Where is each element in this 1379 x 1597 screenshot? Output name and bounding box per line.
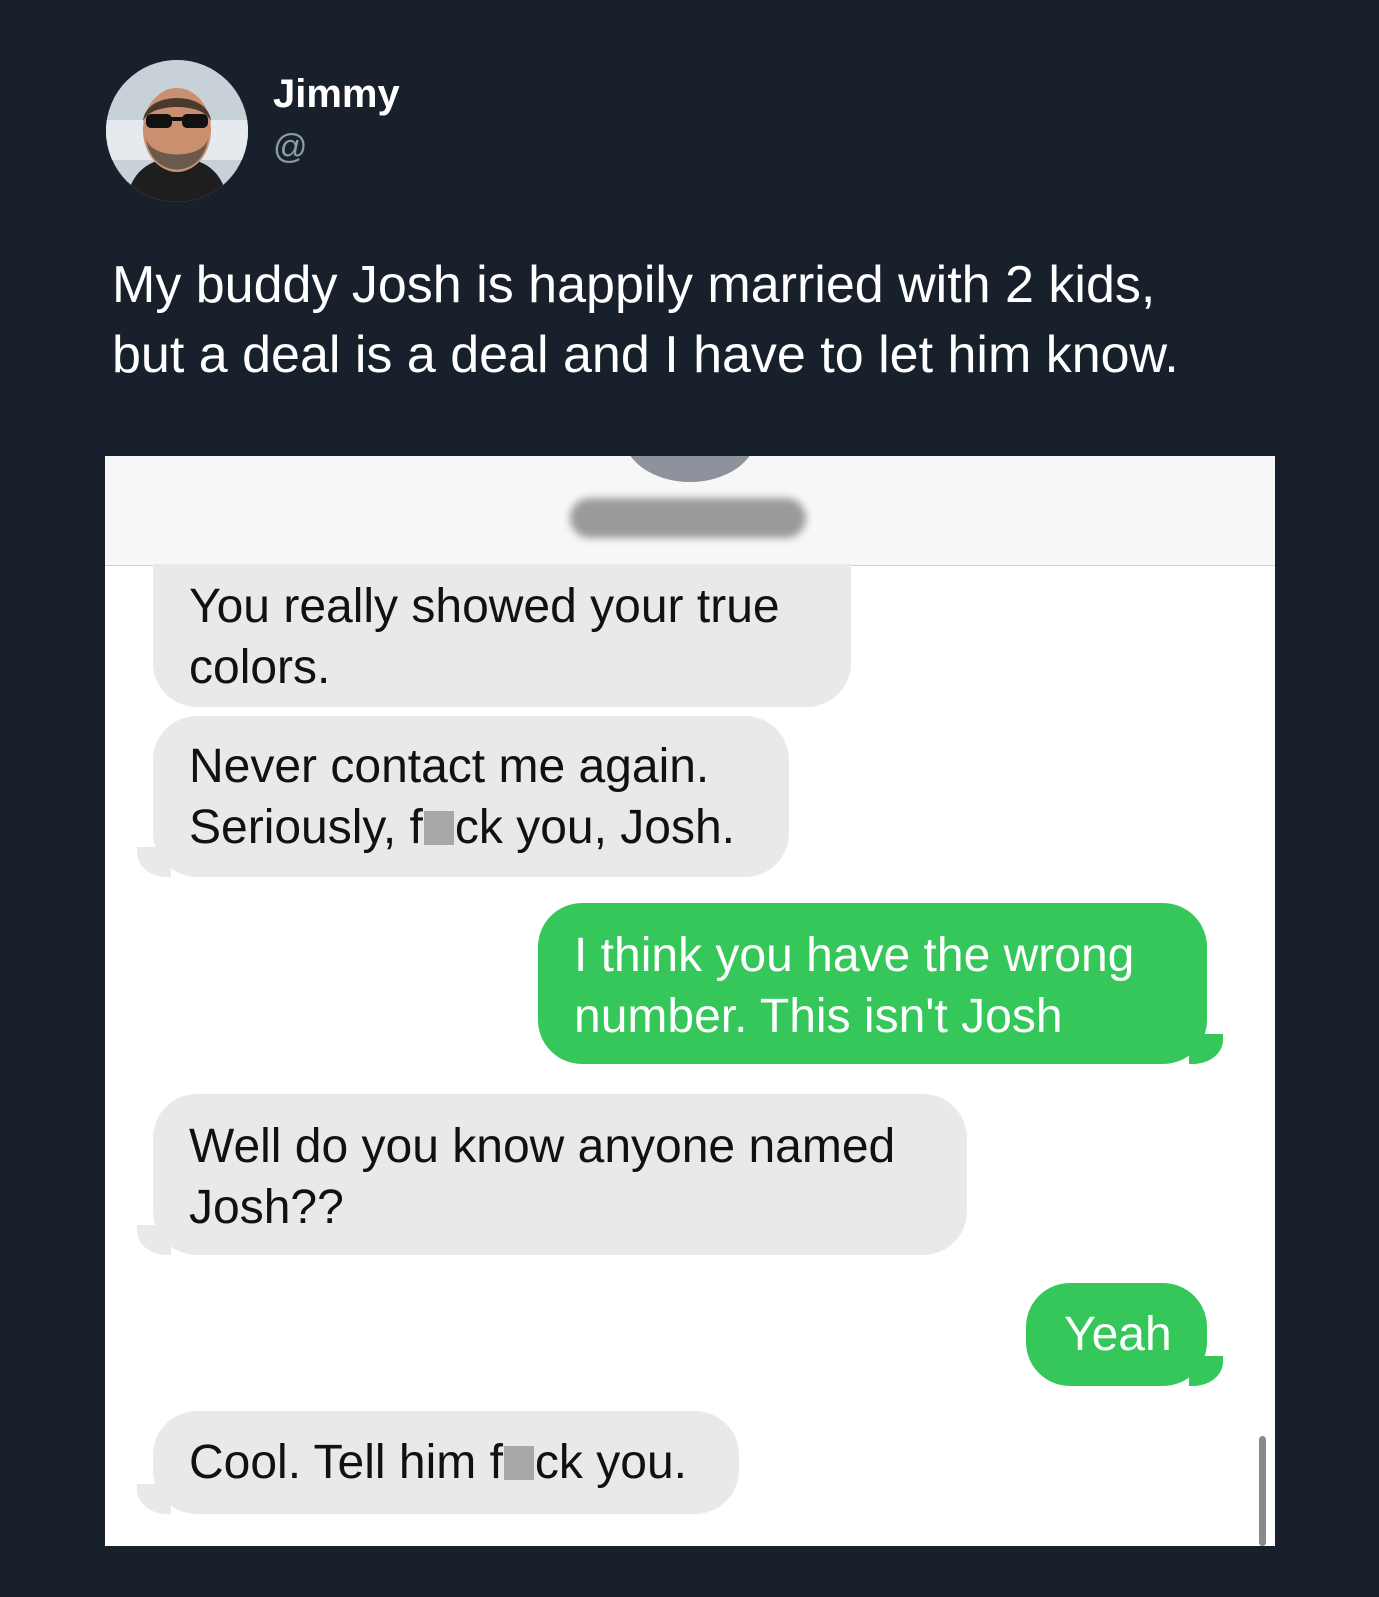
message-text: Seriously, f ck you, Josh. [189,797,789,858]
chat-header [105,456,1275,566]
message-text: Yeah [1064,1308,1172,1361]
received-message-bubble: Never contact me again. Seriously, f ck y… [153,716,789,877]
tweet-text-line: My buddy Josh is happily married with 2 … [112,256,1156,314]
tweet-text-line: but a deal is a deal and I have to let h… [112,326,1179,384]
bubble-tail [137,1484,171,1514]
message-text: Josh?? [189,1181,344,1234]
message-text: You really showed your true [189,580,780,633]
received-message-bubble: Cool. Tell him f ck you. [153,1411,739,1514]
bubble-tail [137,847,171,877]
message-text-part: ck you. [534,1436,687,1489]
received-message-bubble: Well do you know anyone named Josh?? [153,1094,967,1255]
message-text-part: Seriously, f [189,801,423,854]
message-text: number. This isn't Josh [574,990,1063,1043]
message-text: Never contact me again. [189,740,710,793]
sent-message-bubble: I think you have the wrong number. This … [538,903,1207,1064]
tweet-header: Jimmy @ [106,60,706,202]
message-text-part: Cool. Tell him f [189,1436,503,1489]
bubble-tail [1189,1356,1223,1386]
message-text: Well do you know anyone named [189,1120,896,1173]
display-name[interactable]: Jimmy [273,72,400,117]
received-message-bubble: You really showed your true colors. [153,564,851,707]
scrollbar[interactable] [1259,1436,1266,1546]
bubble-tail [137,1225,171,1255]
sent-message-bubble: Yeah [1026,1283,1207,1386]
bubble-tail [1189,1034,1223,1064]
message-text-part: ck you, Josh. [454,801,735,854]
profile-photo-icon [106,60,248,202]
profile-avatar[interactable] [106,60,248,202]
tweet-text: My buddy Josh is happily married with 2 … [112,250,1292,390]
attached-message-screenshot[interactable]: You really showed your true colors. Neve… [105,456,1275,1546]
censor-block [503,1446,534,1480]
message-text: Cool. Tell him f ck you. [189,1432,739,1493]
user-handle[interactable]: @ [273,128,308,167]
censor-block [423,811,454,845]
message-text: colors. [189,641,331,694]
contact-avatar-icon [623,456,757,482]
redacted-contact-name [570,498,806,538]
message-text: I think you have the wrong [574,929,1135,982]
